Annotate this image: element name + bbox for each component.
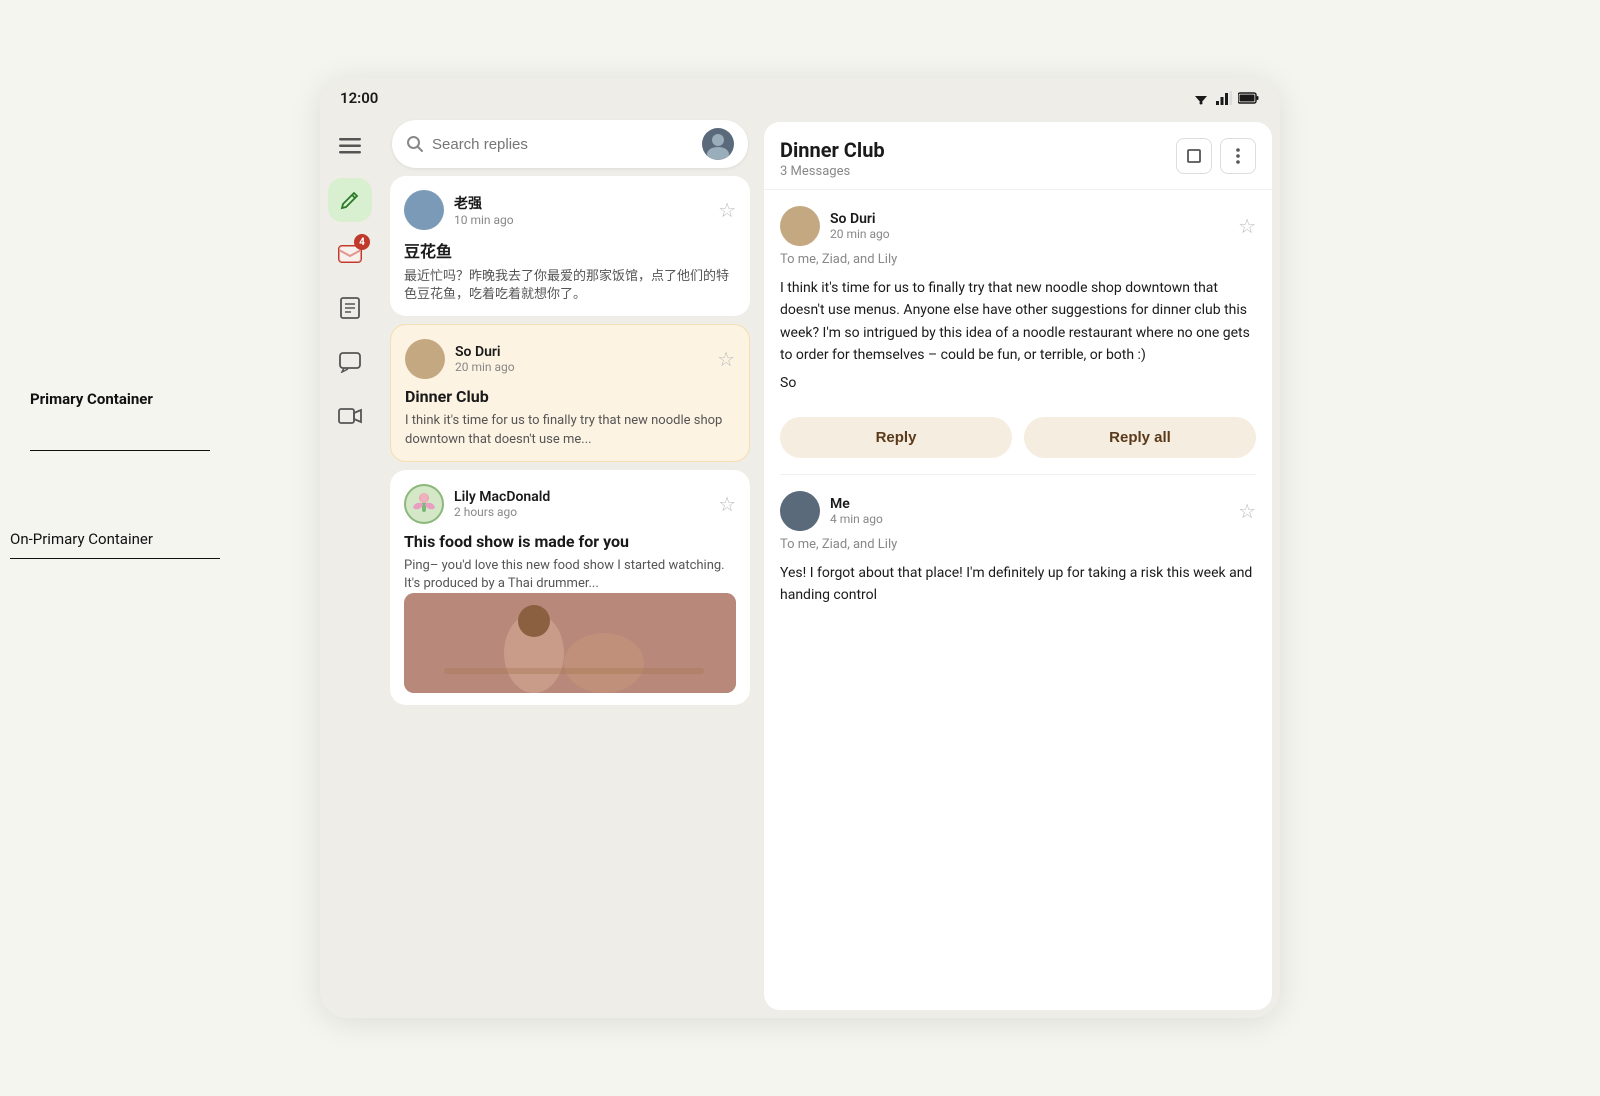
msg-sender-2: Me: [830, 496, 1228, 512]
wifi-icon: [1192, 91, 1210, 105]
msg-time-1: 20 min ago: [830, 227, 1228, 241]
primary-container-label: Primary Container: [30, 390, 153, 408]
email-items: 老强 10 min ago ☆ 豆花鱼 最近忙吗？昨晚我去了你最爱的那家饭馆，点…: [380, 176, 760, 1018]
email-preview-2: I think it's time for us to finally try …: [405, 412, 735, 448]
page-wrapper: Primary Container On-Primary Container 1…: [0, 0, 1600, 1096]
email-preview-3: Ping– you'd love this new food show I st…: [404, 557, 736, 593]
star-icon-1[interactable]: ☆: [718, 198, 736, 222]
search-bar: [392, 120, 748, 168]
email-sender-2: So Duri: [455, 344, 707, 360]
sidebar-chat[interactable]: [328, 340, 372, 384]
signal-icon: [1216, 91, 1232, 105]
email-time-1: 10 min ago: [454, 213, 708, 227]
detail-messages: So Duri 20 min ago ☆ To me, Ziad, and Li…: [764, 190, 1272, 1010]
email-time-2: 20 min ago: [455, 360, 707, 374]
status-time: 12:00: [340, 89, 378, 107]
email-list-panel: 老强 10 min ago ☆ 豆花鱼 最近忙吗？昨晚我去了你最爱的那家饭馆，点…: [380, 114, 760, 1018]
reply-all-button[interactable]: Reply all: [1024, 417, 1256, 458]
msg-body-2: Yes! I forgot about that place! I'm defi…: [780, 562, 1256, 607]
detail-title: Dinner Club: [780, 138, 885, 162]
square-icon-btn[interactable]: [1176, 138, 1212, 174]
detail-header: Dinner Club 3 Messages: [764, 122, 1272, 190]
email-item-2[interactable]: So Duri 20 min ago ☆ Dinner Club I think…: [390, 324, 750, 461]
status-icons: [1192, 91, 1260, 105]
main-content: 4: [320, 114, 1280, 1018]
on-primary-container-label: On-Primary Container: [10, 530, 153, 548]
email-item-1[interactable]: 老强 10 min ago ☆ 豆花鱼 最近忙吗？昨晚我去了你最爱的那家饭馆，点…: [390, 176, 750, 316]
search-icon: [406, 135, 424, 153]
inbox-badge: 4: [354, 234, 370, 250]
message-item-1: So Duri 20 min ago ☆ To me, Ziad, and Li…: [780, 190, 1256, 475]
status-bar: 12:00: [320, 78, 1280, 114]
sidebar-compose[interactable]: [328, 178, 372, 222]
email-preview-1: 最近忙吗？昨晚我去了你最爱的那家饭馆，点了他们的特色豆花鱼，吃着吃着就想你了。: [404, 268, 736, 304]
email-image-3: [404, 593, 736, 693]
sidebar-video[interactable]: [328, 394, 372, 438]
detail-panel: Dinner Club 3 Messages: [764, 122, 1272, 1010]
battery-icon: [1238, 92, 1260, 104]
more-options-btn[interactable]: [1220, 138, 1256, 174]
star-icon-3[interactable]: ☆: [718, 492, 736, 516]
search-input[interactable]: [432, 136, 694, 153]
primary-annotation-line: [30, 450, 210, 455]
email-sender-1: 老强: [454, 193, 708, 213]
email-item-3[interactable]: Lily MacDonald 2 hours ago ☆ This food s…: [390, 470, 750, 705]
on-primary-annotation-line: [10, 558, 220, 563]
msg-star-1[interactable]: ☆: [1238, 214, 1256, 238]
msg-star-2[interactable]: ☆: [1238, 499, 1256, 523]
email-avatar-3: [404, 484, 444, 524]
msg-to-2: To me, Ziad, and Lily: [780, 537, 1256, 552]
sidebar-hamburger[interactable]: [328, 124, 372, 168]
msg-body-1: I think it's time for us to finally try …: [780, 277, 1256, 367]
msg-sign-1: So: [780, 375, 1256, 391]
detail-count: 3 Messages: [780, 164, 885, 179]
email-time-3: 2 hours ago: [454, 505, 708, 519]
message-item-2: Me 4 min ago ☆ To me, Ziad, and Lily Yes…: [780, 475, 1256, 627]
msg-sender-1: So Duri: [830, 211, 1228, 227]
reply-button[interactable]: Reply: [780, 417, 1012, 458]
sidebar-inbox[interactable]: 4: [328, 232, 372, 276]
reply-buttons: Reply Reply all: [780, 405, 1256, 474]
email-avatar-2: [405, 339, 445, 379]
msg-avatar-2: [780, 491, 820, 531]
msg-avatar-1: [780, 206, 820, 246]
sidebar-document[interactable]: [328, 286, 372, 330]
star-icon-2[interactable]: ☆: [717, 347, 735, 371]
msg-time-2: 4 min ago: [830, 512, 1228, 526]
phone-frame: 12:00: [320, 78, 1280, 1018]
sidebar: 4: [320, 114, 380, 1018]
email-sender-3: Lily MacDonald: [454, 489, 708, 505]
email-subject-2: Dinner Club: [405, 387, 735, 406]
email-avatar-1: [404, 190, 444, 230]
email-subject-3: This food show is made for you: [404, 532, 736, 551]
msg-to-1: To me, Ziad, and Lily: [780, 252, 1256, 267]
email-subject-1: 豆花鱼: [404, 238, 736, 262]
user-avatar[interactable]: [702, 128, 734, 160]
